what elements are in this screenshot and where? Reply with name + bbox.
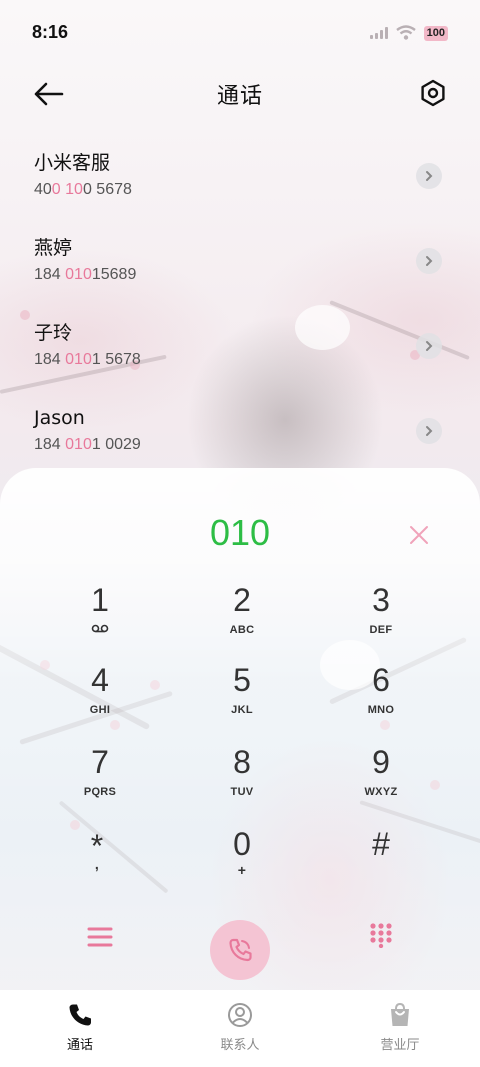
dial-key-6[interactable]: 6 MNO [326, 662, 436, 734]
number-segment: 40 [34, 181, 52, 198]
dial-key-7[interactable]: 7 PQRS [45, 744, 155, 816]
tab-label: 联系人 [220, 1038, 260, 1053]
dial-key-9[interactable]: 9 WXYZ [326, 744, 436, 816]
chevron-right-icon[interactable] [416, 333, 442, 359]
phone-icon [69, 1004, 91, 1026]
tab-contacts[interactable]: 联系人 [160, 990, 320, 1067]
dial-key-3[interactable]: 3 DEF [326, 582, 436, 654]
tab-calls[interactable]: 通话 [0, 990, 160, 1067]
matched-digits: 010 [65, 436, 92, 453]
contact-number: 400 100 5678 [34, 180, 444, 200]
contact-name: 燕婷 [34, 237, 73, 259]
list-item[interactable]: 小米客服 400 100 5678 [0, 140, 480, 225]
dial-key-1[interactable]: 1 [45, 582, 155, 654]
tab-label: 通话 [66, 1038, 93, 1053]
matched-digits: 010 [65, 351, 92, 368]
dial-key-star[interactable]: * , [42, 828, 152, 900]
matched-digits: 010 [65, 266, 92, 283]
app-header: 通话 [0, 70, 480, 118]
shopping-bag-icon [391, 1002, 409, 1026]
voicemail-icon [91, 624, 109, 633]
call-button[interactable] [210, 920, 270, 980]
tab-service-hall[interactable]: 营业厅 [320, 990, 480, 1067]
dial-key-5[interactable]: 5 JKL [187, 662, 297, 734]
battery-icon: 100 [423, 25, 448, 41]
contact-name: Jason [34, 407, 85, 429]
number-segment: 0 5678 [82, 181, 132, 198]
dial-key-2[interactable]: 2 ABC [187, 582, 297, 654]
dialpad-panel: 010 1 2 ABC 3 DEF 4 GHI 5 JKL 6 MNO 7 PQ… [0, 468, 480, 996]
list-item[interactable]: 子玲 184 0101 5678 [0, 310, 480, 395]
number-segment: 184 [34, 351, 66, 368]
back-arrow-icon[interactable] [32, 80, 64, 108]
chevron-right-icon[interactable] [416, 248, 442, 274]
matched-digits: 10 [65, 181, 83, 198]
bottom-navigation: 通话 联系人 营业厅 [0, 990, 480, 1067]
contact-number: 184 0101 5678 [34, 350, 444, 370]
chevron-right-icon[interactable] [416, 418, 442, 444]
menu-icon[interactable] [86, 924, 114, 950]
signal-icon [369, 27, 388, 39]
matched-contacts-list: 小米客服 400 100 5678 燕婷 184 01015689 子玲 184… [0, 140, 480, 480]
clear-icon[interactable] [408, 524, 430, 546]
contact-name: 小米客服 [34, 152, 111, 174]
number-segment: 184 [34, 436, 66, 453]
keypad-toggle-icon[interactable] [368, 922, 394, 948]
contact-number: 184 01015689 [34, 265, 444, 285]
matched-digits: 0 [51, 181, 61, 198]
dial-key-hash[interactable]: # [326, 826, 436, 898]
dial-key-4[interactable]: 4 GHI [45, 662, 155, 734]
contact-icon [228, 1003, 252, 1027]
number-segment: 1 5678 [91, 351, 141, 368]
chevron-right-icon[interactable] [416, 163, 442, 189]
wifi-icon [395, 25, 416, 40]
number-segment: 15689 [91, 266, 137, 283]
number-segment: 1 0029 [91, 436, 141, 453]
dial-key-8[interactable]: 8 TUV [187, 744, 297, 816]
tab-label: 营业厅 [380, 1038, 420, 1053]
contact-number: 184 0101 0029 [34, 435, 444, 455]
phone-call-icon [229, 938, 252, 962]
settings-hex-icon[interactable] [418, 78, 448, 108]
dial-key-0[interactable]: 0 + [187, 826, 297, 898]
page-title: 通话 [216, 84, 263, 109]
list-item[interactable]: 燕婷 184 01015689 [0, 225, 480, 310]
number-segment: 184 [34, 266, 66, 283]
status-time: 8:16 [32, 21, 69, 42]
status-icons: 100 [369, 25, 448, 41]
contact-name: 子玲 [34, 322, 73, 344]
status-bar: 8:16 100 [0, 0, 480, 66]
